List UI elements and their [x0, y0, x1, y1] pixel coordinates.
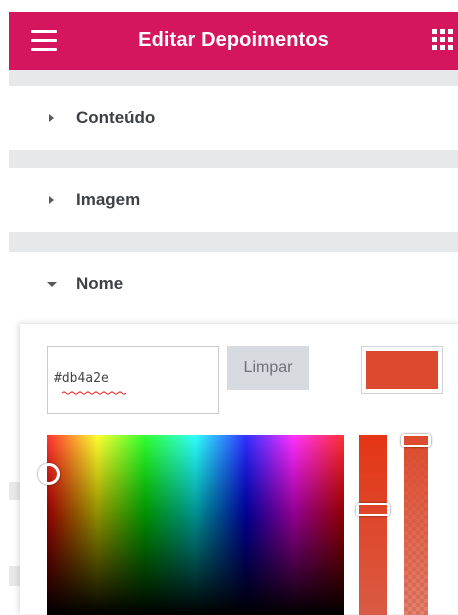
- panel-title: Editar Depoimentos: [138, 29, 329, 51]
- section-label: Imagem: [76, 190, 141, 209]
- clear-color-button[interactable]: Limpar: [227, 346, 309, 390]
- section-divider: [9, 232, 458, 252]
- section-imagem[interactable]: Imagem: [9, 168, 458, 232]
- caret-right-icon: [49, 114, 54, 122]
- section-nome[interactable]: Nome: [9, 252, 458, 316]
- section-label: Nome: [76, 274, 124, 293]
- spellcheck-underline: [62, 391, 126, 395]
- color-picker-popover: Limpar: [20, 323, 458, 615]
- color-preview-swatch[interactable]: [361, 346, 443, 394]
- apps-grid-icon[interactable]: [432, 29, 454, 51]
- color-spectrum[interactable]: [38, 435, 344, 615]
- panel-header: Editar Depoimentos: [9, 12, 458, 70]
- hex-color-input[interactable]: [54, 371, 204, 386]
- selected-color-fill: [366, 351, 438, 389]
- opacity-slider[interactable]: [401, 434, 431, 615]
- caret-down-icon: [47, 282, 57, 287]
- section-divider: [9, 150, 458, 168]
- hex-color-field[interactable]: [47, 346, 219, 414]
- shade-slider-handle[interactable]: [356, 503, 390, 516]
- section-label: Conteúdo: [76, 108, 156, 127]
- section-divider: [9, 70, 458, 86]
- spectrum-handle[interactable]: [38, 463, 60, 485]
- opacity-slider-handle[interactable]: [401, 434, 431, 447]
- shade-slider[interactable]: [356, 435, 390, 615]
- section-conteudo[interactable]: Conteúdo: [9, 86, 458, 150]
- caret-right-icon: [49, 196, 54, 204]
